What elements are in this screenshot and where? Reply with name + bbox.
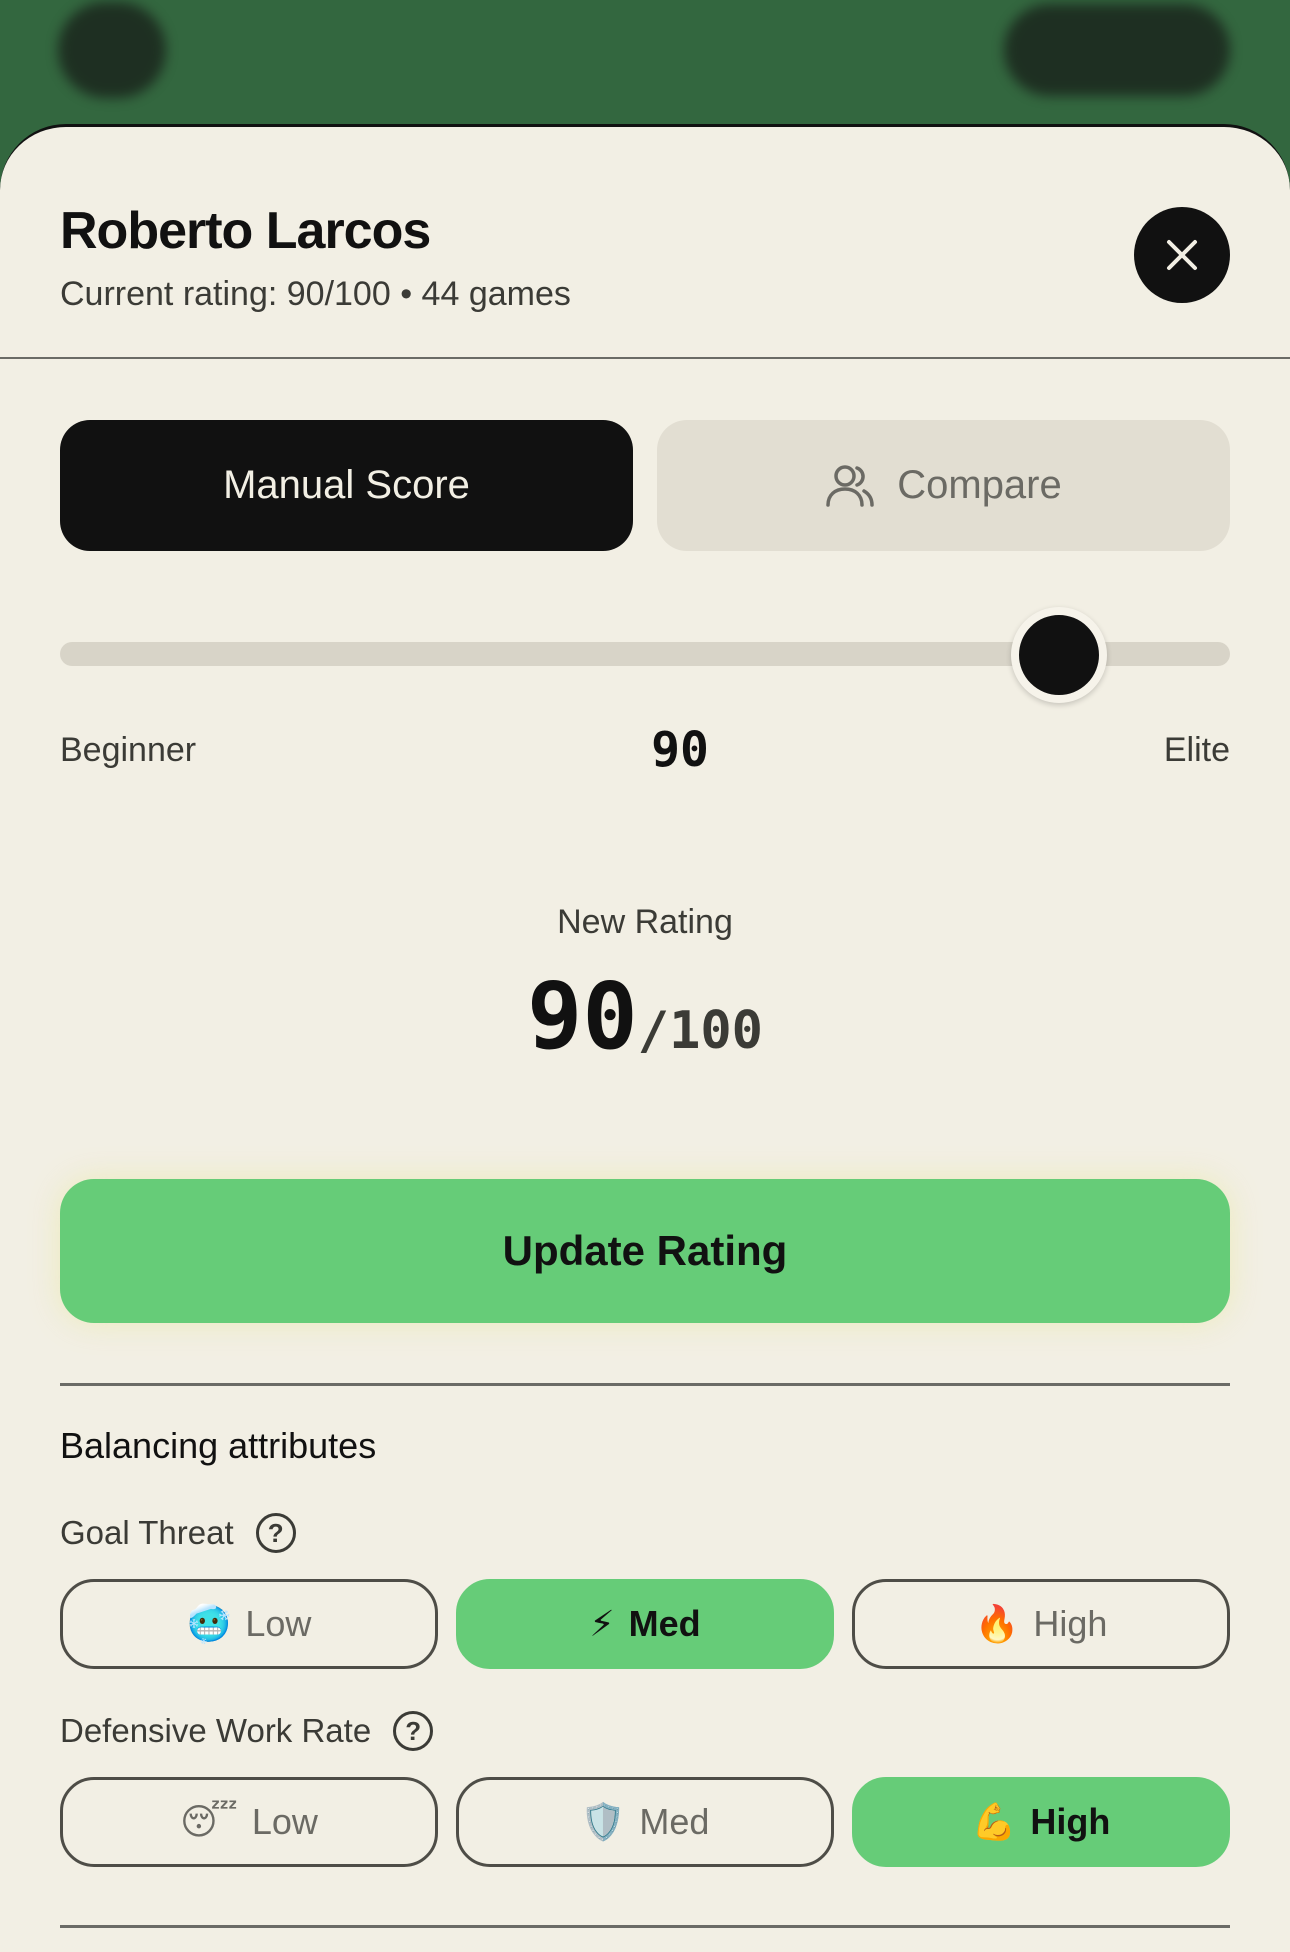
freezing-face-icon: 🥶 [186,1603,232,1644]
goal-threat-med-label: Med [628,1603,701,1644]
fire-icon: 🔥 [974,1603,1020,1644]
rating-bottom-sheet: Roberto Larcos Current rating: 90/100 • … [0,124,1290,1952]
goal-threat-help-icon[interactable]: ? [255,1513,296,1553]
slider-max-label: Elite [1163,731,1230,769]
slider-min-label: Beginner [60,731,197,769]
balancing-attributes-title: Balancing attributes [60,1425,377,1466]
shield-icon: 🛡️ [580,1801,626,1842]
tab-compare[interactable]: Compare [657,420,1230,551]
goal-threat-option-med[interactable]: ⚡ Med [456,1579,834,1669]
defensive-work-rate-text: Defensive Work Rate [60,1712,372,1749]
users-icon [826,464,874,507]
section-divider [60,1383,1230,1386]
player-name: Roberto Larcos [60,202,431,260]
header-divider [0,357,1290,359]
tab-manual-score-label: Manual Score [223,463,470,507]
goal-threat-option-low[interactable]: 🥶 Low [60,1579,438,1669]
flexed-biceps-icon: 💪 [971,1801,1017,1842]
defensive-work-rate-help-icon[interactable]: ? [393,1711,434,1751]
new-rating-number: 90 [526,963,638,1070]
new-rating-max: /100 [637,1001,763,1061]
player-rating-summary: Current rating: 90/100 • 44 games [60,275,571,313]
tab-compare-label: Compare [897,463,1062,507]
slider-value: 90 [651,722,709,778]
defensive-high-label: High [1030,1801,1111,1842]
defensive-work-rate-label: Defensive Work Rate ? [60,1711,434,1751]
defensive-med-label: Med [639,1801,710,1842]
lightning-icon: ⚡ [589,1603,615,1644]
rating-slider-thumb[interactable] [1011,607,1107,703]
tab-manual-score[interactable]: Manual Score [60,420,633,551]
defensive-option-med[interactable]: 🛡️ Med [456,1777,834,1867]
close-icon [1167,240,1197,270]
goal-threat-low-label: Low [245,1603,312,1644]
defensive-low-label: Low [251,1801,318,1842]
goal-threat-label: Goal Threat ? [60,1513,296,1553]
goal-threat-option-high[interactable]: 🔥 High [852,1579,1230,1669]
blurred-back-button [58,2,166,98]
new-rating-value: 90/100 [0,963,1290,1070]
blurred-share-button [1004,4,1230,96]
new-rating-label: New Rating [557,903,733,941]
bottom-divider [60,1925,1230,1928]
update-rating-label: Update Rating [502,1227,788,1274]
defensive-option-high[interactable]: 💪 High [852,1777,1230,1867]
close-button[interactable] [1134,207,1230,303]
goal-threat-text: Goal Threat [60,1514,234,1551]
defensive-option-low[interactable]: 😴 Low [60,1777,438,1867]
update-rating-button[interactable]: Update Rating [60,1179,1230,1323]
goal-threat-high-label: High [1033,1603,1108,1644]
sleeping-face-icon: 😴 [180,1801,238,1842]
